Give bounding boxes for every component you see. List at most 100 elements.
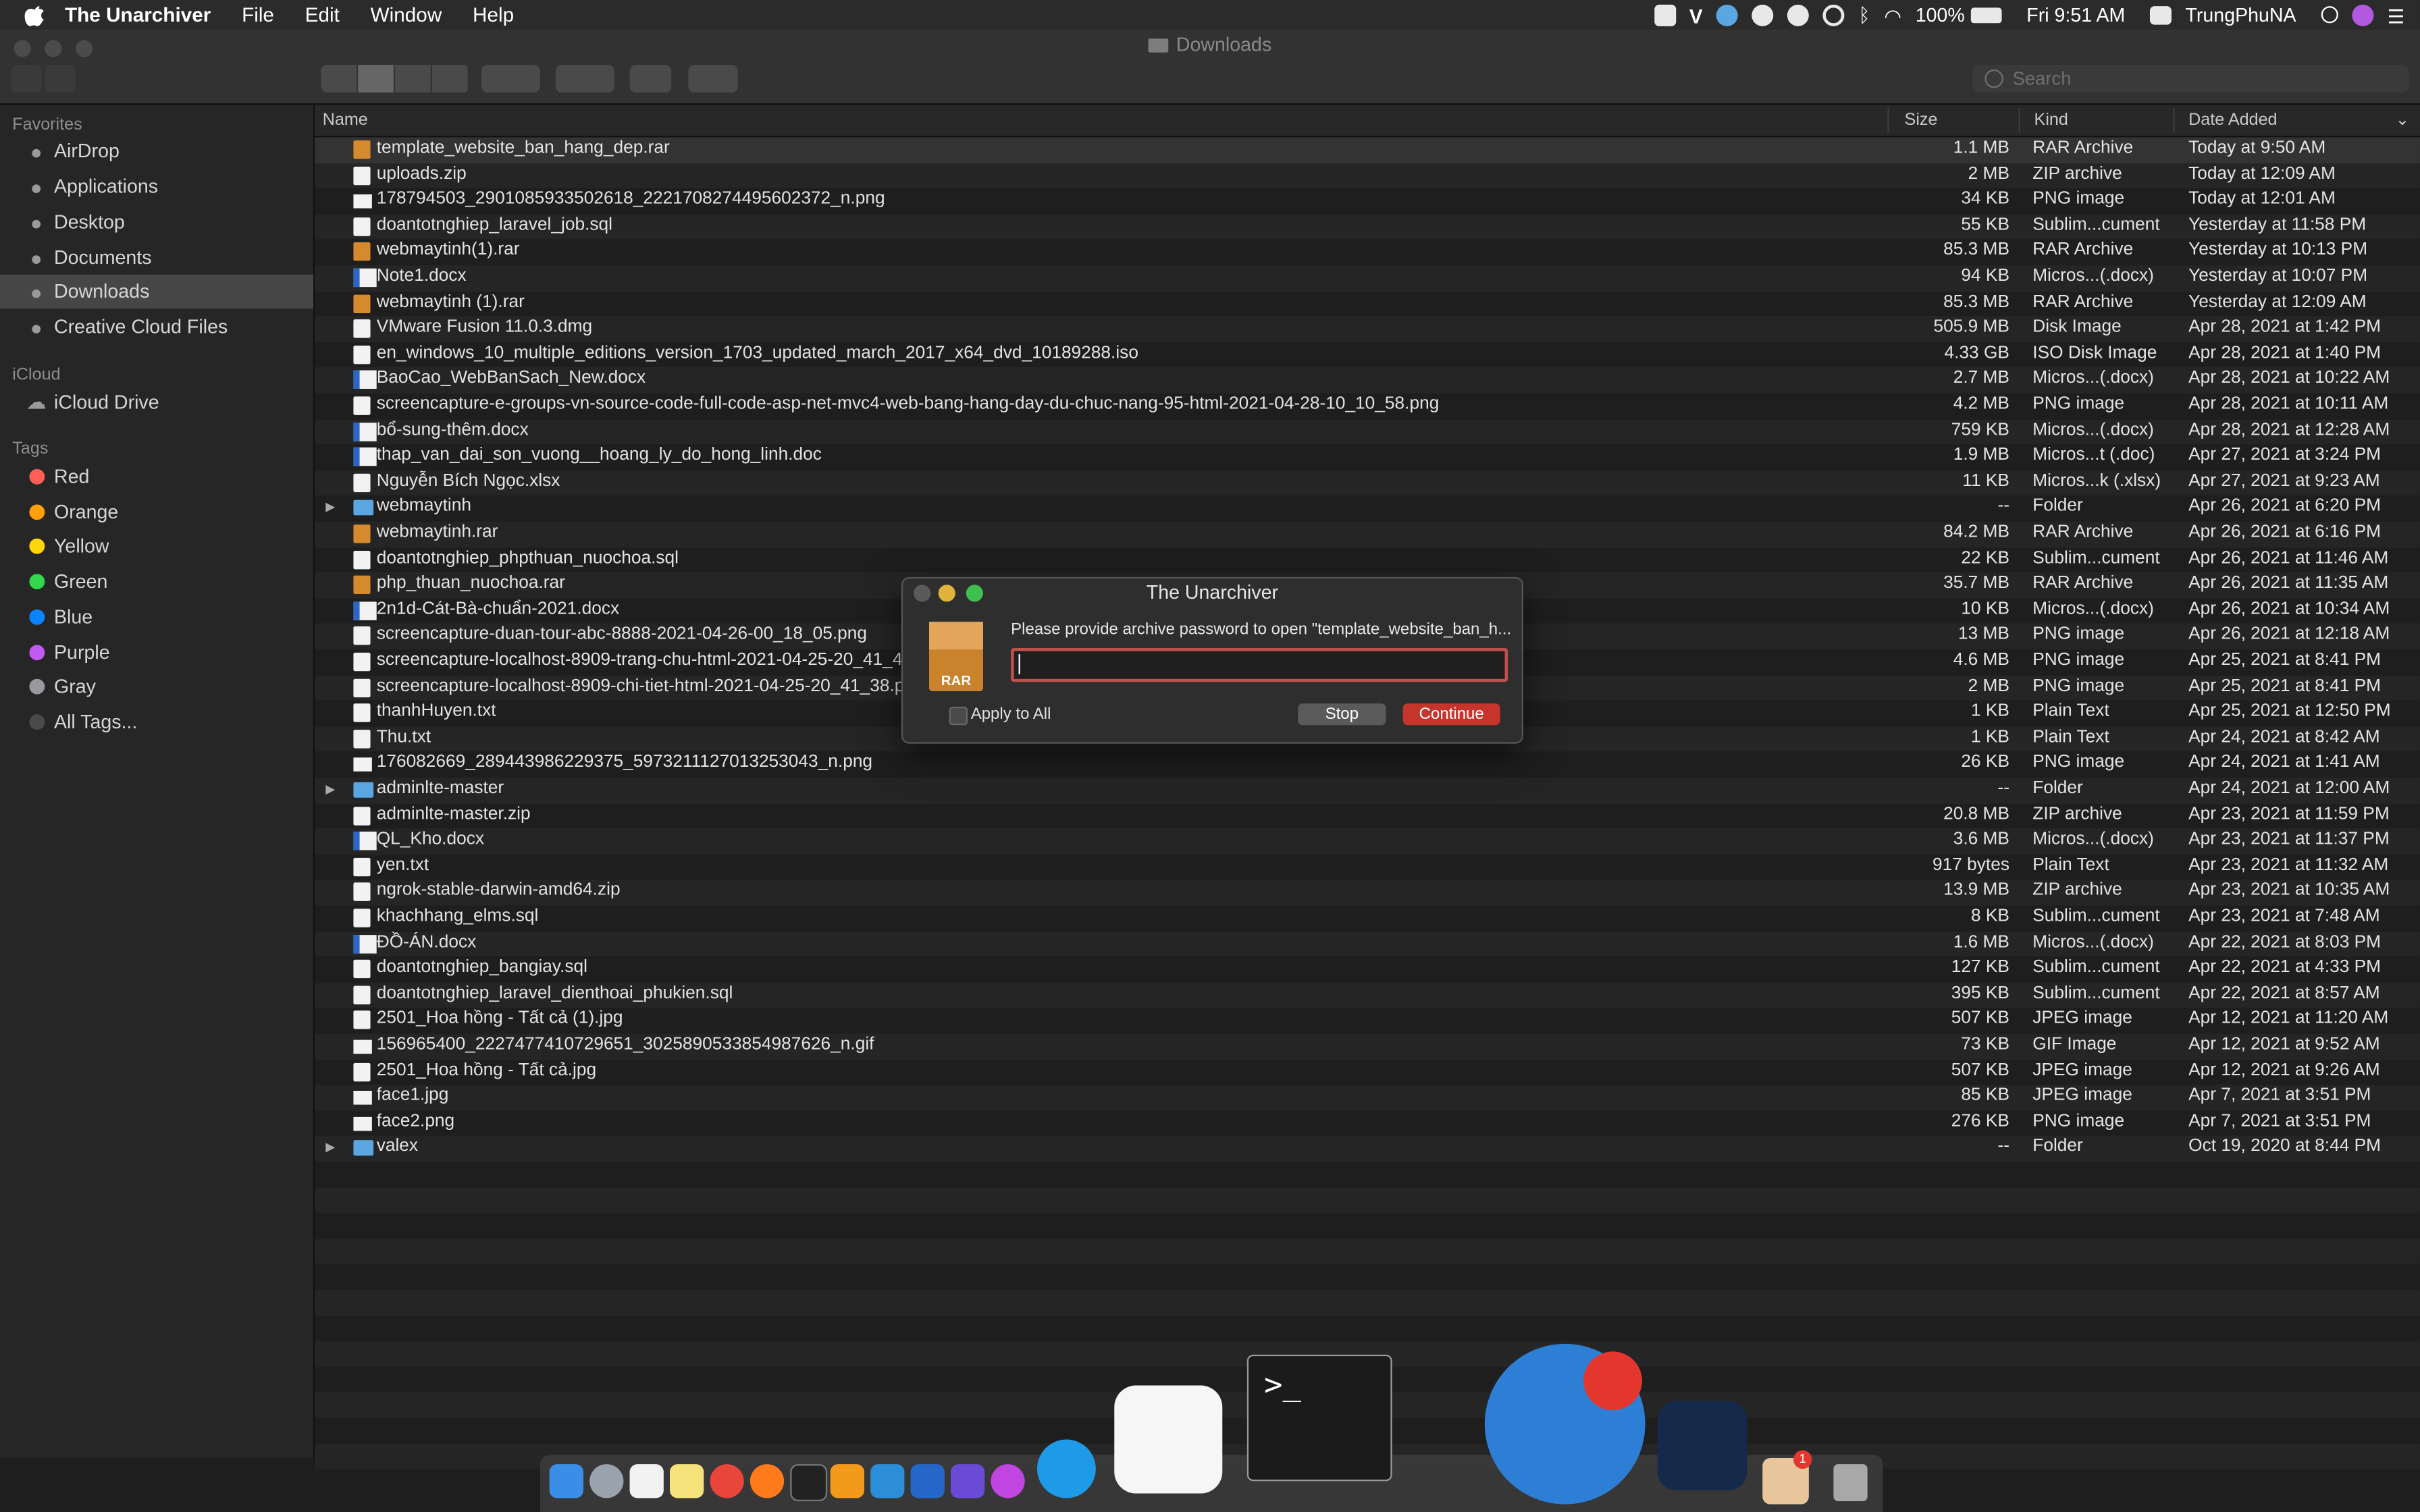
apply-to-all-checkbox[interactable] (949, 706, 968, 726)
apply-to-all-label[interactable]: Apply to All (971, 705, 1051, 724)
phpstorm-dock-icon[interactable] (950, 1464, 985, 1498)
table-row[interactable]: webmaytinh (1).rar 85.3 MB RAR Archive Yest… (315, 291, 2420, 317)
icon-view-button[interactable] (321, 64, 359, 93)
trash-dock-icon[interactable] (1833, 1464, 1868, 1501)
table-row[interactable]: ▶ webmaytinh -- Folder Apr 26, 2021 at 6:20 … (315, 496, 2420, 522)
column-divider[interactable] (2018, 107, 2020, 133)
share-button[interactable] (629, 64, 672, 93)
list-view-button[interactable] (358, 64, 396, 93)
sidebar-item[interactable]: ● Applications (0, 169, 313, 203)
todo-icon[interactable] (1654, 3, 1676, 26)
table-row[interactable]: ngrok-stable-darwin-amd64.zip 13.9 MB ZIP … (315, 880, 2420, 906)
bluetooth-icon[interactable]: ᛒ (1858, 4, 1870, 26)
group-button[interactable] (481, 64, 540, 93)
table-row[interactable]: doantotnghiep_bangiay.sql 127 KB Sublim...… (315, 957, 2420, 983)
table-row[interactable]: bổ-sung-thêm.docx 759 KB Micros...(.docx) A… (315, 418, 2420, 445)
table-row[interactable]: 156965400_2227477410729651_3025890533854… (315, 1033, 2420, 1060)
menu-edit[interactable]: Edit (305, 3, 340, 26)
continue-button[interactable]: Continue (1402, 703, 1500, 726)
vscode-dock-icon[interactable] (870, 1464, 905, 1498)
clock[interactable]: Fri 9:51 AM (2026, 4, 2125, 26)
menu-file[interactable]: File (242, 3, 274, 26)
calendar-dock-icon[interactable] (629, 1464, 664, 1498)
menu-app-name[interactable]: The Unarchiver (65, 3, 211, 26)
stop-button[interactable]: Stop (1298, 703, 1386, 726)
column-view-button[interactable] (395, 64, 432, 93)
sidebar-item[interactable]: ● Creative Cloud Files (0, 310, 313, 344)
column-name[interactable]: Name (323, 111, 368, 130)
sidebar-item[interactable]: ☁ iCloud Drive (0, 385, 313, 419)
sidebar-tag-item[interactable]: Gray (0, 670, 313, 703)
table-row[interactable]: doantotnghiep_phpthuan_nuochoa.sql 22 KB S… (315, 547, 2420, 572)
sidebar-tag-item[interactable]: Yellow (0, 530, 313, 564)
table-row[interactable]: screencapture-e-groups-vn-source-code-fu… (315, 394, 2420, 419)
chrome-dock-icon[interactable] (710, 1464, 744, 1498)
webstorm-dock-icon[interactable] (910, 1464, 945, 1498)
sidebar-tag-item[interactable]: Purple (0, 635, 313, 669)
sidebar-item[interactable]: ● Desktop (0, 205, 313, 239)
sidebar-tag-item[interactable]: Red (0, 460, 313, 493)
sublime-dock-icon[interactable] (830, 1464, 864, 1498)
calendar-icon[interactable] (2149, 5, 2172, 24)
column-divider[interactable] (2173, 107, 2175, 133)
table-row[interactable]: 176082669_289443986229375_59732111270132… (315, 752, 2420, 778)
launchpad-dock-icon[interactable] (589, 1464, 624, 1498)
column-date-added[interactable]: Date Added (2188, 111, 2277, 130)
siri-icon[interactable] (2351, 3, 2373, 26)
wifi-icon[interactable]: ◠ (1884, 4, 1901, 27)
sidebar-tag-item[interactable]: All Tags... (0, 705, 313, 738)
sidebar-item[interactable]: ● AirDrop (0, 134, 313, 168)
elephant-icon[interactable] (1716, 3, 1739, 26)
table-row[interactable]: 2501_Hoa hồng - Tất cả.jpg 507 KB JPEG ima… (315, 1059, 2420, 1085)
terminal-small-dock-icon[interactable] (790, 1464, 828, 1501)
cloud-terminal-dock-icon[interactable] (1657, 1401, 1747, 1490)
back-button[interactable] (10, 64, 42, 93)
user-name[interactable]: TrungPhuNA (2186, 4, 2296, 26)
password-input[interactable] (1011, 647, 1508, 682)
sidebar-tag-item[interactable]: Blue (0, 600, 313, 634)
column-size[interactable]: Size (1905, 111, 1938, 130)
sort-chevron-icon[interactable]: ⌄ (2395, 109, 2409, 130)
disclosure-triangle-icon[interactable]: ▶ (325, 1141, 335, 1155)
terminal-dock-icon[interactable]: >_ (1246, 1354, 1392, 1482)
table-row[interactable]: Note1.docx 94 KB Micros...(.docx) Yesterday… (315, 265, 2420, 292)
firefox-dock-icon[interactable] (749, 1464, 785, 1498)
disclosure-triangle-icon[interactable]: ▶ (325, 782, 335, 796)
table-row[interactable]: VMware Fusion 11.0.3.dmg 505.9 MB Disk Ima… (315, 316, 2420, 342)
gallery-view-button[interactable] (431, 64, 469, 93)
table-row[interactable]: face2.png 276 KB PNG image Apr 7, 2021 at 3… (315, 1110, 2420, 1136)
v-icon[interactable]: V (1689, 4, 1703, 27)
table-row[interactable]: QL_Kho.docx 3.6 MB Micros...(.docx) Apr 23,… (315, 828, 2420, 855)
table-row[interactable]: khachhang_elms.sql 8 KB Sublim...cument Apr… (315, 906, 2420, 932)
notes-dock-icon[interactable] (669, 1464, 704, 1498)
action-gear-button[interactable] (555, 64, 614, 93)
table-row[interactable]: ▶ adminlte-master -- Folder Apr 24, 2021 at … (315, 777, 2420, 803)
slack-dock-icon[interactable] (1114, 1385, 1223, 1494)
table-row[interactable]: yen.txt 917 bytes Plain Text Apr 23, 2021 a… (315, 855, 2420, 880)
table-row[interactable]: doantotnghiep_laravel_dienthoai_phukien.… (315, 982, 2420, 1008)
table-row[interactable]: thap_van_dai_son_vuong__hoang_ly_do_hong… (315, 445, 2420, 470)
table-row[interactable]: adminlte-master.zip 20.8 MB ZIP archive Apr… (315, 803, 2420, 829)
menu-window[interactable]: Window (371, 3, 442, 26)
table-row[interactable]: 2501_Hoa hồng - Tất cả (1).jpg 507 KB JPEG… (315, 1008, 2420, 1033)
column-divider[interactable] (1887, 107, 1889, 133)
notification-center-icon[interactable]: ☰ (2387, 4, 2404, 27)
menu-help[interactable]: Help (473, 3, 514, 26)
table-row[interactable]: 178794503_2901085933502618_2221708274495… (315, 188, 2420, 214)
battery-icon[interactable] (1970, 7, 2002, 23)
table-row[interactable]: webmaytinh(1).rar 85.3 MB RAR Archive Yeste… (315, 240, 2420, 265)
spotlight-icon[interactable] (2321, 6, 2338, 24)
finder-dock-icon[interactable] (549, 1464, 583, 1498)
table-row[interactable]: ▶ valex -- Folder Oct 19, 2020 at 8:44 PM (315, 1136, 2420, 1162)
column-kind[interactable]: Kind (2034, 111, 2068, 130)
sidebar-item[interactable]: ● Downloads (0, 274, 313, 309)
messenger-dock-icon[interactable] (991, 1464, 1025, 1498)
disclosure-triangle-icon[interactable]: ▶ (325, 500, 335, 514)
creative-cloud-icon[interactable] (1752, 3, 1774, 26)
circle-status-icon[interactable] (1822, 3, 1845, 26)
skype-dock-icon[interactable] (1036, 1439, 1096, 1498)
table-row[interactable]: doantotnghiep_laravel_job.sql 55 KB Sublim… (315, 214, 2420, 240)
sidebar-tag-item[interactable]: Green (0, 565, 313, 599)
apple-logo-icon[interactable] (24, 4, 47, 26)
table-row[interactable]: Nguyễn Bích Ngọc.xlsx 11 KB Micros...k (.x… (315, 470, 2420, 496)
